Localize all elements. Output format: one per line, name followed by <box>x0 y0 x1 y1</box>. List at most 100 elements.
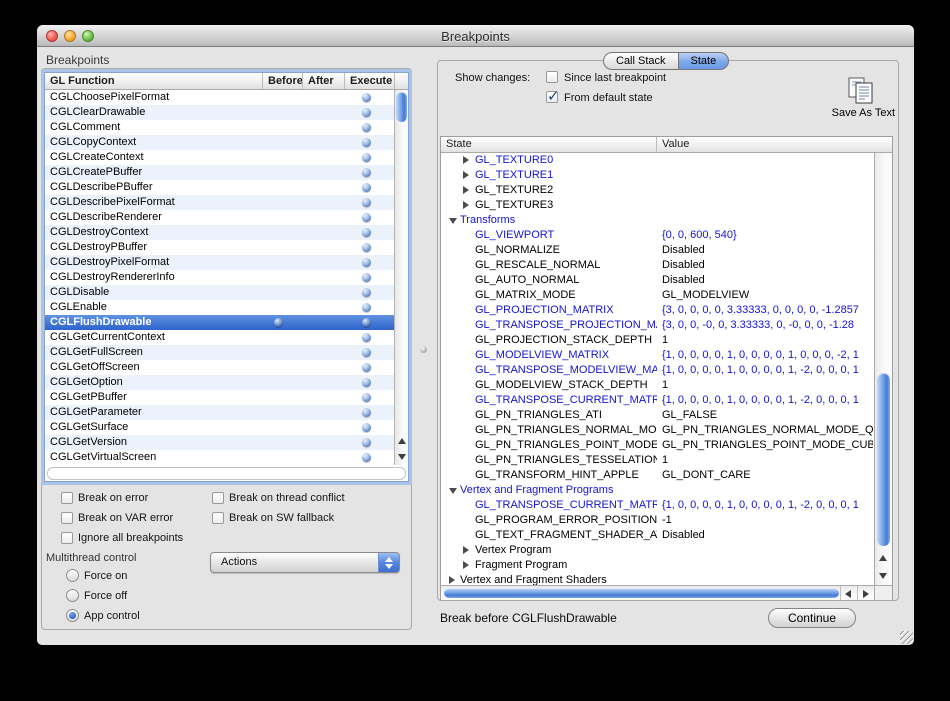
column-header-execute[interactable]: Execute <box>345 73 395 89</box>
state-row[interactable]: Fragment Program <box>441 558 874 573</box>
scroll-down-arrow-icon[interactable] <box>395 449 408 464</box>
table-row[interactable]: CGLDescribePixelFormat <box>45 195 394 210</box>
table-row[interactable]: CGLDestroyContext <box>45 225 394 240</box>
table-row[interactable]: CGLGetFullScreen <box>45 345 394 360</box>
table-row[interactable]: CGLGetSurface <box>45 420 394 435</box>
scrollbar-thumb[interactable] <box>444 588 839 598</box>
disclosure-triangle-icon[interactable] <box>449 576 455 584</box>
column-header-after[interactable]: After <box>303 73 345 89</box>
state-row[interactable]: GL_PN_TRIANGLES_TESSELATION_1 <box>441 453 874 468</box>
table-row[interactable]: CGLEnable <box>45 300 394 315</box>
execute-breakpoint-orb-icon[interactable] <box>362 348 371 357</box>
execute-breakpoint-orb-icon[interactable] <box>362 288 371 297</box>
table-row[interactable]: CGLChoosePixelFormat <box>45 90 394 105</box>
break-on-var-error-checkbox[interactable] <box>61 512 73 524</box>
table-row[interactable]: CGLDestroyPixelFormat <box>45 255 394 270</box>
actions-dropdown[interactable]: Actions <box>210 552 400 573</box>
state-table-hscrollbar[interactable] <box>441 585 874 600</box>
scroll-down-arrow-icon[interactable] <box>875 567 892 585</box>
execute-breakpoint-orb-icon[interactable] <box>362 363 371 372</box>
disclosure-triangle-icon[interactable] <box>463 156 469 164</box>
table-row[interactable]: CGLCopyContext <box>45 135 394 150</box>
before-breakpoint-orb-icon[interactable] <box>274 318 283 327</box>
table-row[interactable]: CGLGetOffScreen <box>45 360 394 375</box>
execute-breakpoint-orb-icon[interactable] <box>362 318 371 327</box>
disclosure-triangle-icon[interactable] <box>463 201 469 209</box>
execute-breakpoint-orb-icon[interactable] <box>362 123 371 132</box>
column-header-value[interactable]: Value <box>657 137 875 152</box>
state-table-vscrollbar[interactable] <box>874 153 892 585</box>
state-row[interactable]: GL_TRANSPOSE_PROJECTION_MAT{3, 0, 0, -0,… <box>441 318 874 333</box>
state-row[interactable]: GL_PROJECTION_STACK_DEPTH1 <box>441 333 874 348</box>
state-row[interactable]: GL_MATRIX_MODEGL_MODELVIEW <box>441 288 874 303</box>
execute-breakpoint-orb-icon[interactable] <box>362 153 371 162</box>
disclosure-triangle-icon[interactable] <box>449 218 457 224</box>
table-row[interactable]: CGLFlushDrawable <box>45 315 394 330</box>
title-bar[interactable]: Breakpoints <box>37 25 914 47</box>
state-row[interactable]: Transforms <box>441 213 874 228</box>
column-header-before[interactable]: Before <box>263 73 303 89</box>
state-row[interactable]: GL_PROGRAM_ERROR_POSITION_A-1 <box>441 513 874 528</box>
table-row[interactable]: CGLGetVersion <box>45 435 394 450</box>
table-row[interactable]: CGLGetPBuffer <box>45 390 394 405</box>
continue-button[interactable]: Continue <box>768 608 856 628</box>
execute-breakpoint-orb-icon[interactable] <box>362 243 371 252</box>
state-row[interactable]: GL_VIEWPORT{0, 0, 600, 540} <box>441 228 874 243</box>
disclosure-triangle-icon[interactable] <box>449 488 457 494</box>
table-row[interactable]: CGLDestroyPBuffer <box>45 240 394 255</box>
table-row[interactable]: CGLDisable <box>45 285 394 300</box>
state-row[interactable]: GL_TEXTURE2 <box>441 183 874 198</box>
column-header-gl-function[interactable]: GL Function <box>45 73 263 89</box>
table-row[interactable]: CGLClearDrawable <box>45 105 394 120</box>
state-row[interactable]: GL_TEXTURE0 <box>441 153 874 168</box>
app-control-radio[interactable] <box>66 609 79 622</box>
state-row[interactable]: GL_MODELVIEW_MATRIX{1, 0, 0, 0, 0, 1, 0,… <box>441 348 874 363</box>
execute-breakpoint-orb-icon[interactable] <box>362 138 371 147</box>
state-row[interactable]: GL_MODELVIEW_STACK_DEPTH1 <box>441 378 874 393</box>
from-default-state-checkbox[interactable] <box>546 91 558 103</box>
scroll-left-arrow-icon[interactable] <box>840 586 857 600</box>
table-row[interactable]: CGLGetVirtualScreen <box>45 450 394 465</box>
tab-state[interactable]: State <box>678 52 730 70</box>
force-off-radio[interactable] <box>66 589 79 602</box>
tab-call-stack[interactable]: Call Stack <box>603 52 678 70</box>
state-row[interactable]: GL_TEXTURE1 <box>441 168 874 183</box>
disclosure-triangle-icon[interactable] <box>463 171 469 179</box>
execute-breakpoint-orb-icon[interactable] <box>362 393 371 402</box>
state-row[interactable]: GL_TEXTURE3 <box>441 198 874 213</box>
splitter-handle[interactable] <box>420 346 427 353</box>
execute-breakpoint-orb-icon[interactable] <box>362 438 371 447</box>
state-row[interactable]: Vertex and Fragment Programs <box>441 483 874 498</box>
resize-grip[interactable] <box>900 631 913 644</box>
break-on-error-checkbox[interactable] <box>61 492 73 504</box>
state-row[interactable]: GL_TEXT_FRAGMENT_SHADER_ATDisabled <box>441 528 874 543</box>
execute-breakpoint-orb-icon[interactable] <box>362 258 371 267</box>
execute-breakpoint-orb-icon[interactable] <box>362 213 371 222</box>
execute-breakpoint-orb-icon[interactable] <box>362 423 371 432</box>
table-row[interactable]: CGLComment <box>45 120 394 135</box>
save-as-text-icon[interactable] <box>843 77 877 105</box>
state-row[interactable]: GL_TRANSPOSE_MODELVIEW_MAT{1, 0, 0, 0, 0… <box>441 363 874 378</box>
state-row[interactable]: GL_PN_TRIANGLES_POINT_MODE_GL_PN_TRIANGL… <box>441 438 874 453</box>
since-last-breakpoint-checkbox[interactable] <box>546 71 558 83</box>
execute-breakpoint-orb-icon[interactable] <box>362 378 371 387</box>
execute-breakpoint-orb-icon[interactable] <box>362 183 371 192</box>
execute-breakpoint-orb-icon[interactable] <box>362 228 371 237</box>
execute-breakpoint-orb-icon[interactable] <box>362 108 371 117</box>
table-row[interactable]: CGLGetOption <box>45 375 394 390</box>
scrollbar-thumb[interactable] <box>396 92 407 122</box>
state-row[interactable]: Vertex Program <box>441 543 874 558</box>
state-row[interactable]: GL_NORMALIZEDisabled <box>441 243 874 258</box>
state-row[interactable]: GL_PN_TRIANGLES_NORMAL_MODGL_PN_TRIANGLE… <box>441 423 874 438</box>
state-row[interactable]: GL_TRANSFORM_HINT_APPLEGL_DONT_CARE <box>441 468 874 483</box>
execute-breakpoint-orb-icon[interactable] <box>362 333 371 342</box>
execute-breakpoint-orb-icon[interactable] <box>362 303 371 312</box>
table-row[interactable]: CGLDestroyRendererInfo <box>45 270 394 285</box>
disclosure-triangle-icon[interactable] <box>463 546 469 554</box>
scroll-right-arrow-icon[interactable] <box>857 586 874 600</box>
scroll-up-arrow-icon[interactable] <box>395 434 408 449</box>
table-row[interactable]: CGLGetParameter <box>45 405 394 420</box>
state-row[interactable]: GL_RESCALE_NORMALDisabled <box>441 258 874 273</box>
execute-breakpoint-orb-icon[interactable] <box>362 408 371 417</box>
column-header-state[interactable]: State <box>441 137 657 152</box>
